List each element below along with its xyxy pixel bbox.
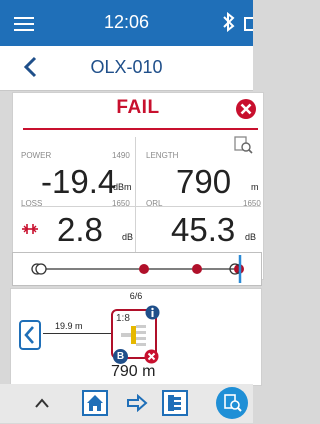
power-value: -19.4 (41, 163, 117, 200)
battery-icon (244, 17, 253, 31)
home-button[interactable] (82, 390, 108, 416)
report-magnify-icon[interactable] (233, 135, 253, 155)
home-icon (87, 395, 103, 411)
loss-value: 2.8 (57, 211, 103, 248)
status-time: 12:06 (103, 12, 150, 32)
power-wavelength: 1490 (112, 151, 130, 160)
element-badge: B (113, 349, 128, 364)
page-indicator: 6/6 (129, 291, 143, 301)
orl-value: 45.3 (171, 211, 236, 248)
splice-button[interactable] (162, 390, 188, 416)
splice-icon (168, 395, 181, 411)
orl-unit: dB (245, 232, 257, 242)
report-button[interactable] (216, 387, 248, 419)
collapse-chevron-icon[interactable] (34, 396, 50, 408)
orl-label: ORL (146, 199, 163, 208)
splitter-icon (121, 325, 146, 346)
length-label: LENGTH (146, 151, 179, 160)
fail-x-icon (235, 98, 257, 120)
status-bar: 12:06 (0, 0, 253, 46)
orl-wavelength: 1650 (243, 199, 261, 208)
element-fail-icon (144, 349, 159, 364)
power-label: POWER (21, 151, 52, 160)
length-unit: m (251, 182, 259, 192)
page-title: OLX-010 (90, 57, 163, 77)
previous-element-button[interactable] (19, 320, 41, 350)
result-status: FAIL (116, 97, 160, 118)
element-panel: 6/6 19.9 m 1:8 B 790 m (10, 288, 262, 386)
length-value: 790 (176, 163, 232, 200)
segment-length: 19.9 m (55, 321, 83, 331)
bluetooth-icon (222, 11, 240, 34)
next-arrow-icon[interactable] (126, 393, 148, 413)
power-unit: dBm (113, 182, 132, 192)
result-underline (23, 128, 258, 130)
loss-unit: dB (122, 232, 134, 242)
element-length: 790 m (111, 363, 156, 380)
segment-line (43, 333, 115, 334)
loss-event-icon (22, 222, 38, 234)
loss-wavelength: 1650 (112, 199, 130, 208)
metrics-divider-horizontal (21, 206, 261, 207)
info-icon[interactable] (145, 305, 160, 320)
link-map-svg (31, 255, 244, 283)
report-search-icon (224, 394, 242, 412)
bottom-toolbar (0, 384, 253, 423)
loss-label: LOSS (21, 199, 43, 208)
title-bar: OLX-010 (0, 46, 253, 91)
link-map-bar[interactable] (12, 252, 262, 286)
